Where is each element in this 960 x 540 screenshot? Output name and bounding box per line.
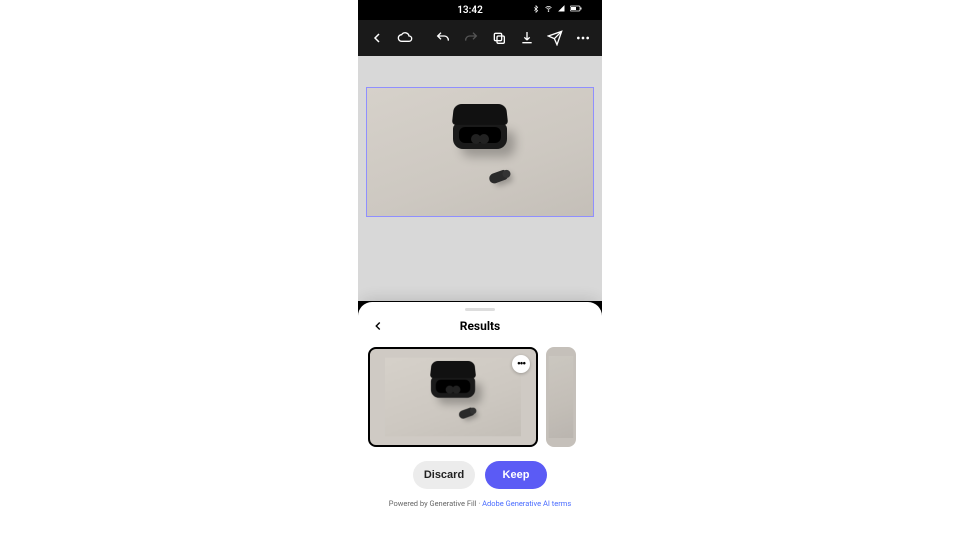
wifi-icon [544,4,553,16]
phone-frame: 13:42 [358,0,602,540]
battery-icon [570,5,582,15]
keep-button[interactable]: Keep [485,461,547,489]
footer-prefix: Powered by Generative Fill · [389,499,482,508]
status-bar: 13:42 [358,0,602,20]
download-button[interactable] [514,25,540,51]
cloud-icon[interactable] [392,25,418,51]
app-toolbar [358,20,602,56]
sheet-grabber[interactable] [465,308,495,311]
earbud-icon [488,169,508,185]
discard-button[interactable]: Discard [413,461,475,489]
status-time: 13:42 [408,5,532,16]
canvas-selection[interactable] [366,87,594,217]
bluetooth-icon [532,5,540,16]
share-button[interactable] [542,25,568,51]
back-button[interactable] [364,25,390,51]
earbuds-case-icon [453,123,507,149]
more-button[interactable] [570,25,596,51]
sheet-title: Results [460,319,500,333]
undo-button[interactable] [430,25,456,51]
footer-text: Powered by Generative Fill · Adobe Gener… [358,495,602,516]
layers-button[interactable] [486,25,512,51]
canvas-image [367,88,593,216]
canvas-area[interactable] [358,56,602,301]
thumbnail-more-button[interactable]: ••• [512,355,530,373]
signal-icon [557,4,566,16]
results-sheet: Results ••• Discard Keep Powered by Gene… [358,302,602,540]
result-thumbnail-selected[interactable]: ••• [368,347,538,447]
sheet-header: Results [358,315,602,337]
sheet-back-button[interactable] [368,316,388,336]
result-thumbnail-next[interactable] [546,347,576,447]
status-icons [532,4,582,16]
redo-button[interactable] [458,25,484,51]
footer-link[interactable]: Adobe Generative AI terms [482,499,571,508]
result-thumbnails: ••• [358,337,602,453]
action-row: Discard Keep [358,453,602,495]
